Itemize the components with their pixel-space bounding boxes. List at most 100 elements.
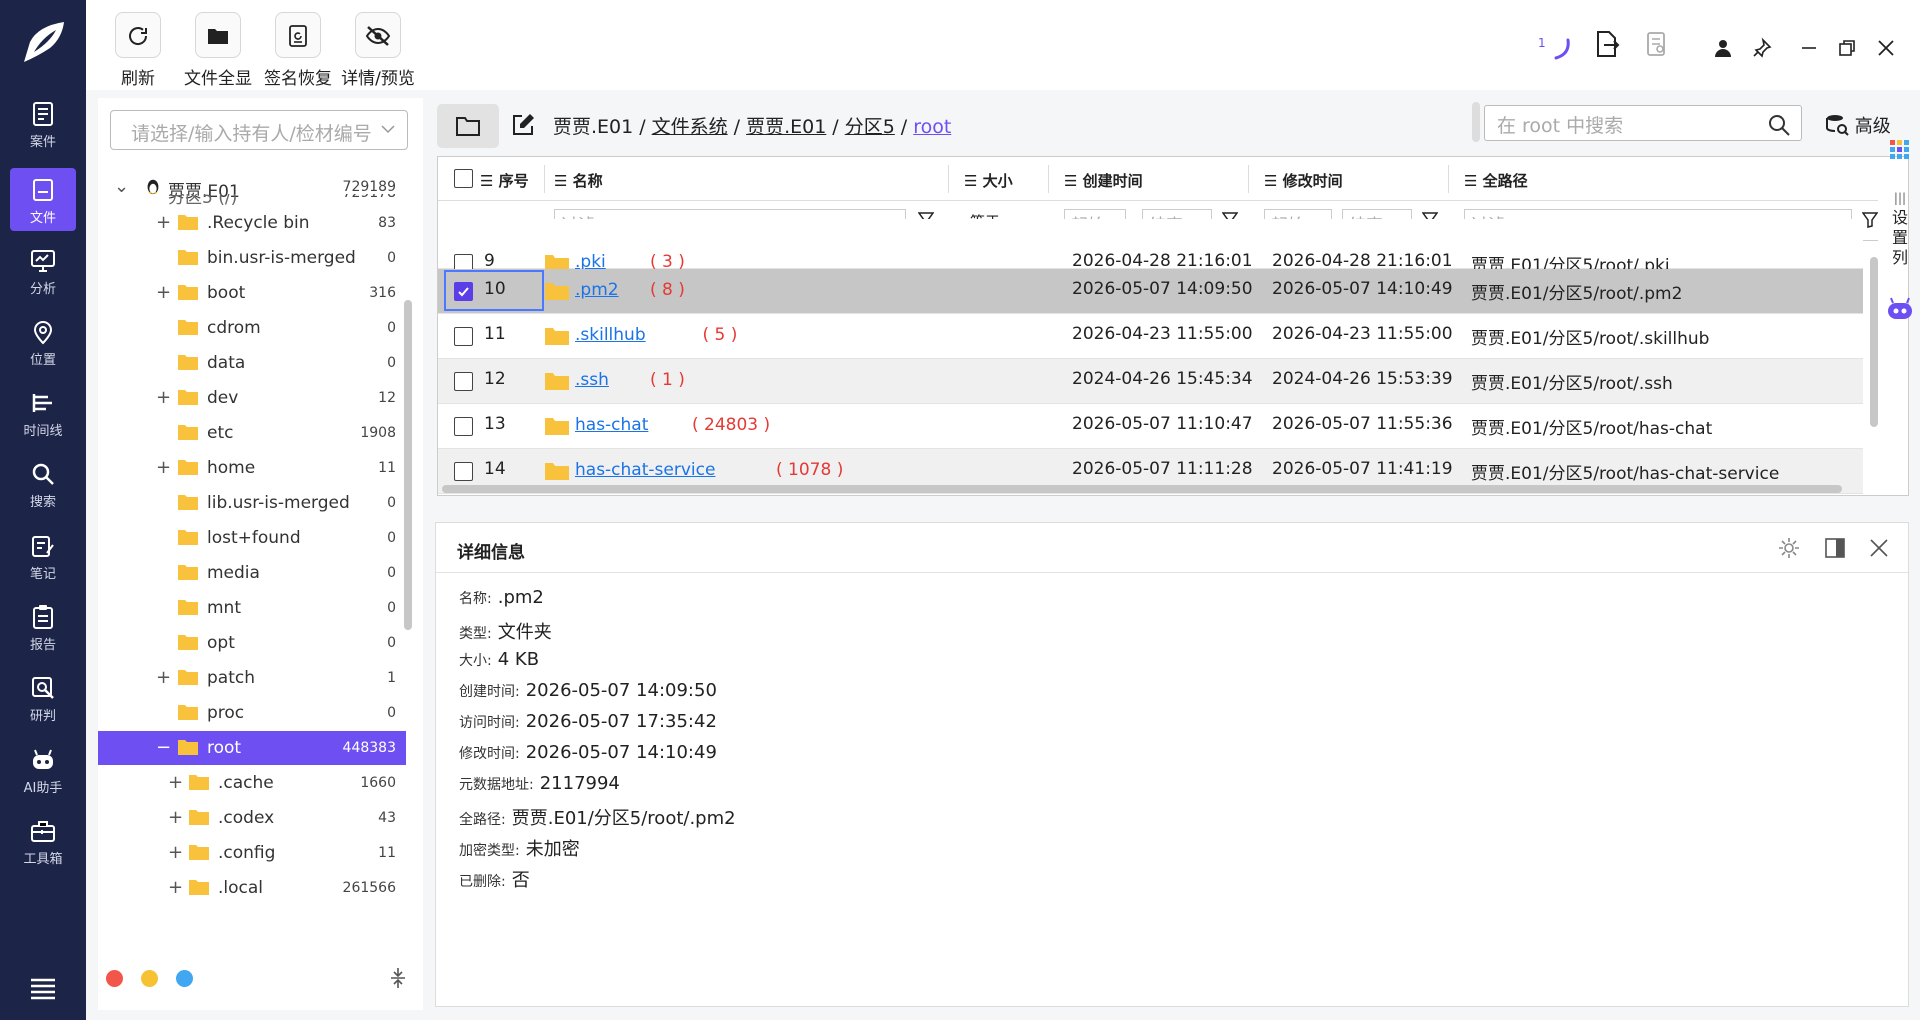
column-header-size[interactable]: ☰ 大小 [964,170,1013,191]
tree-folder-node[interactable]: + dev 12 [98,381,406,415]
open-folder-button[interactable] [437,104,499,148]
tree-folder-node[interactable]: lost+found 0 [98,521,406,555]
breadcrumb-item[interactable]: 文件系统 [652,116,728,138]
export-file-icon[interactable] [1594,30,1620,58]
column-header-seq[interactable]: ☰ 序号 [480,170,529,191]
holder-select[interactable]: 请选择/输入持有人/检材编号 [110,110,408,150]
tree-folder-node[interactable]: cdrom 0 [98,311,406,345]
row-name-link[interactable]: .pm2 [575,280,619,300]
expand-toggle[interactable]: + [168,877,183,898]
table-row[interactable]: 11 .skillhub ( 5 ) 2026-04-23 11:55:00 2026-… [438,314,1863,359]
tree-folder-node[interactable]: + patch 1 [98,661,406,695]
table-row[interactable]: 13 has-chat ( 24803 ) 2026-05-07 11:10:47 20… [438,404,1863,449]
nav-item-analysis[interactable]: 分析 [10,239,76,302]
tree-folder-node[interactable]: proc 0 [98,696,406,730]
pin-icon[interactable] [1752,34,1772,62]
apps-grid-icon[interactable] [1888,138,1912,162]
edit-path-icon[interactable] [510,112,536,138]
tree-folder-node[interactable]: + .local 261566 [98,871,406,905]
tree-folder-node[interactable]: + .codex 43 [98,801,406,835]
row-checkbox[interactable] [454,327,473,346]
ai-robot-icon[interactable] [1886,296,1914,322]
tree-folder-node[interactable]: + .cache 1660 [98,766,406,800]
tree-folder-node[interactable]: data 0 [98,346,406,380]
table-row[interactable]: 12 .ssh ( 1 ) 2024-04-26 15:45:34 2024-04-26… [438,359,1863,404]
row-name-link[interactable]: has-chat [575,415,648,435]
expand-toggle[interactable]: + [156,387,171,408]
nav-item-location[interactable]: 位置 [10,310,76,373]
nav-item-judge[interactable]: 研判 [10,666,76,729]
expand-toggle[interactable]: + [156,457,171,478]
row-checkbox[interactable] [454,417,473,436]
row-checkbox[interactable] [454,372,473,391]
filter-icon[interactable] [1862,212,1878,228]
tree-scrollbar[interactable] [404,300,412,630]
column-header-fullpath[interactable]: ☰ 全路径 [1464,170,1528,191]
tree-folder-node[interactable]: lib.usr-is-merged 0 [98,486,406,520]
grid-horizontal-scrollbar[interactable] [442,485,1842,493]
tree-partition-node[interactable]: 分区5 (/) 729178 [98,194,406,206]
close-icon[interactable] [1868,537,1890,559]
row-checkbox[interactable] [454,462,473,481]
expand-toggle[interactable]: + [156,282,171,303]
column-header-created[interactable]: ☰ 创建时间 [1064,170,1143,191]
refresh-button[interactable]: 刷新 [98,12,178,89]
search-input[interactable]: 在 root 中搜索 [1484,105,1802,141]
restore-icon[interactable] [1838,34,1856,62]
breadcrumb-item[interactable]: 贾贾.E01 [746,116,826,138]
row-name-link[interactable]: .ssh [575,370,609,390]
tree-folder-node[interactable]: bin.usr-is-merged 0 [98,241,406,275]
breadcrumb-item[interactable]: 分区5 [845,116,895,138]
gear-icon[interactable] [1778,537,1800,559]
tree-folder-node[interactable]: + boot 316 [98,276,406,310]
tree-folder-node[interactable]: + .config 11 [98,836,406,870]
nav-item-file[interactable]: 文件 [10,168,76,231]
tree-folder-node[interactable]: etc 1908 [98,416,406,450]
expand-toggle[interactable]: + [168,842,183,863]
row-name-link[interactable]: has-chat-service [575,460,715,480]
document-search-icon[interactable] [1646,30,1668,58]
tree-folder-node[interactable]: + home 11 [98,451,406,485]
tree-folder-node[interactable]: mnt 0 [98,591,406,625]
breadcrumb-current[interactable]: root [913,116,951,138]
expand-toggle[interactable]: + [168,772,183,793]
expand-toggle[interactable]: + [156,212,171,233]
expand-toggle[interactable]: + [168,807,183,828]
column-header-name[interactable]: ☰ 名称 [554,170,603,191]
user-icon[interactable] [1714,34,1732,62]
tree-folder-node[interactable]: − root 448383 [98,731,406,765]
select-all-checkbox[interactable] [454,169,473,188]
show-all-files-button[interactable]: 文件全显 [178,12,258,89]
table-row[interactable]: 10 .pm2 ( 8 ) 2026-05-07 14:09:50 2026-05-07… [438,269,1863,314]
tree-folder-node[interactable]: + .Recycle bin 83 [98,206,406,240]
row-checkbox[interactable] [454,282,473,301]
split-panel-icon[interactable] [1824,537,1846,559]
grid-vertical-scrollbar[interactable] [1870,257,1878,427]
table-row[interactable]: 9 .pki( 3 ) 2026-04-28 21:16:01 2026-04-28 … [438,219,1863,276]
nav-item-report[interactable]: 报告 [10,595,76,658]
breadcrumb-item[interactable]: 贾贾.E01 [553,116,633,138]
nav-item-search[interactable]: 搜索 [10,452,76,515]
path-bar-splitter[interactable] [1472,102,1480,142]
detail-preview-button[interactable]: 详情/预览 [338,12,418,89]
tree-folder-node[interactable]: opt 0 [98,626,406,660]
expand-toggle[interactable]: + [156,667,171,688]
nav-item-notes[interactable]: 笔记 [10,524,76,587]
nav-item-case[interactable]: 案件 [10,92,76,155]
nav-item-timeline[interactable]: 时间线 [10,381,76,444]
collapse-all-icon[interactable] [388,966,408,990]
signature-recovery-button[interactable]: 签名恢复 [258,12,338,89]
nav-item-ai-assistant[interactable]: AI助手 [10,738,76,801]
tree-folder-node[interactable]: media 0 [98,556,406,590]
nav-item-toolbox[interactable]: 工具箱 [10,809,76,872]
row-child-count: ( 8 ) [650,280,685,300]
minimize-icon[interactable] [1800,34,1818,62]
row-name-link[interactable]: .skillhub [575,325,646,345]
column-header-modified[interactable]: ☰ 修改时间 [1264,170,1343,191]
hamburger-menu-icon[interactable] [28,976,58,1000]
magnifier-icon[interactable] [1767,113,1791,137]
collapse-toggle[interactable]: − [156,737,171,758]
settings-columns-button[interactable]: ||| 设置列 [1890,188,1910,268]
directory-tree[interactable]: ⌄ 贾贾.E01 729189 分区5 (/) 729178 +.Recycle… [98,170,418,940]
close-window-icon[interactable] [1876,34,1896,62]
